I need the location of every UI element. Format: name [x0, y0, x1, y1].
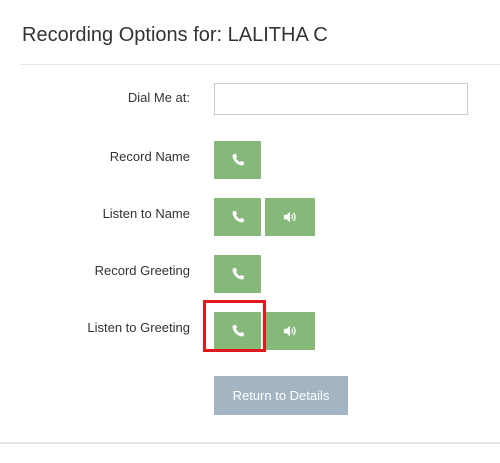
listen-name-label: Listen to Name: [102, 206, 190, 221]
record-greeting-label: Record Greeting: [94, 263, 190, 278]
listen-greeting-play-button[interactable]: [265, 312, 315, 350]
dial-me-label: Dial Me at:: [127, 90, 190, 105]
record-greeting-call-button[interactable]: [214, 255, 261, 293]
record-name-label: Record Name: [109, 149, 190, 164]
footer-divider: [0, 442, 500, 444]
dial-me-input[interactable]: [214, 83, 468, 115]
header-divider: [20, 64, 500, 65]
listen-greeting-label: Listen to Greeting: [87, 320, 190, 335]
speaker-icon: [283, 211, 296, 223]
speaker-icon: [283, 325, 296, 337]
phone-icon: [232, 324, 244, 337]
phone-icon: [232, 267, 244, 280]
record-name-call-button[interactable]: [214, 141, 261, 179]
phone-icon: [232, 153, 244, 166]
listen-name-play-button[interactable]: [265, 198, 315, 236]
page-title: Recording Options for: LALITHA C: [22, 24, 328, 46]
listen-greeting-call-button[interactable]: [214, 312, 261, 350]
phone-icon: [232, 210, 244, 223]
listen-name-call-button[interactable]: [214, 198, 261, 236]
return-to-details-button[interactable]: Return to Details: [214, 376, 348, 415]
